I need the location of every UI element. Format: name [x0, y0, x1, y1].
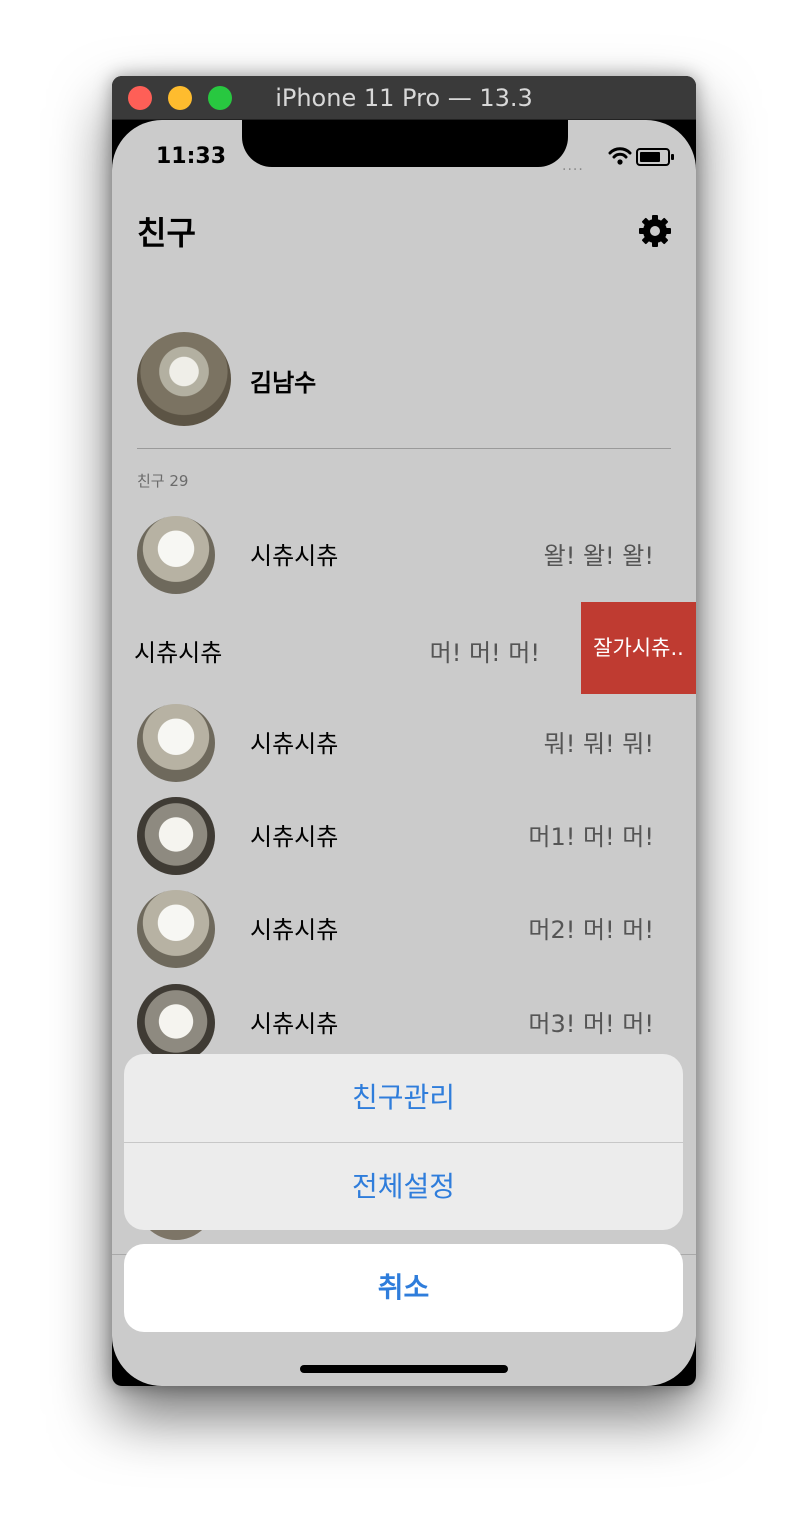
friend-row-swiped[interactable]: 시츄시츄 머! 머! 머! 잘가시츄.. — [112, 602, 696, 694]
profile-divider — [137, 448, 671, 449]
friend-name: 시츄시츄 — [250, 730, 339, 758]
action-sheet: 친구관리 전체설정 — [124, 1054, 683, 1230]
friend-status-message: 왈! 왈! 왈! — [543, 542, 654, 570]
status-icons: .... — [562, 146, 674, 174]
notch — [242, 120, 568, 167]
simulator-window: iPhone 11 Pro — 13.3 11:33 .... 친구 김남수 친… — [112, 76, 696, 1386]
friend-status-message: 머3! 머! 머! — [528, 1010, 654, 1038]
gear-icon[interactable] — [638, 214, 672, 248]
cancel-button[interactable]: 취소 — [124, 1244, 683, 1332]
friend-name: 시츄시츄 — [250, 542, 339, 570]
friend-avatar — [137, 704, 215, 782]
window-titlebar: iPhone 11 Pro — 13.3 — [112, 76, 696, 120]
friend-status-message: 뭐! 뭐! 뭐! — [543, 730, 654, 758]
profile-avatar[interactable] — [137, 332, 231, 426]
friend-row[interactable]: 시츄시츄 머2! 머! 머! — [112, 882, 696, 974]
friend-avatar — [137, 890, 215, 968]
friend-status-message: 머1! 머! 머! — [528, 823, 654, 851]
friend-status-message: 머! 머! 머! — [429, 639, 540, 667]
friend-avatar — [137, 797, 215, 875]
friend-avatar — [137, 984, 215, 1062]
battery-icon — [636, 148, 674, 166]
friend-name: 시츄시츄 — [250, 916, 339, 944]
profile-name: 김남수 — [250, 369, 317, 397]
delete-friend-button[interactable]: 잘가시츄.. — [581, 602, 696, 694]
status-time: 11:33 — [156, 144, 227, 169]
all-settings-action[interactable]: 전체설정 — [124, 1143, 683, 1230]
friend-row[interactable]: 시츄시츄 뭐! 뭐! 뭐! — [112, 696, 696, 788]
friend-row[interactable]: 시츄시츄 머1! 머! 머! — [112, 789, 696, 881]
page-title: 친구 — [137, 214, 196, 252]
friend-name: 시츄시츄 — [250, 1010, 339, 1038]
signal-icon: .... — [562, 158, 584, 174]
wifi-icon — [608, 147, 632, 165]
friend-avatar — [137, 516, 215, 594]
friend-status-message: 머2! 머! 머! — [528, 916, 654, 944]
manage-friends-action[interactable]: 친구관리 — [124, 1054, 683, 1142]
friend-name: 시츄시츄 — [250, 823, 339, 851]
friends-section-header: 친구 29 — [137, 472, 189, 490]
window-title: iPhone 11 Pro — 13.3 — [275, 84, 533, 112]
device-screen: 11:33 .... 친구 김남수 친구 29 시츄시츄 왈! 왈! 왈! 시츄… — [112, 120, 696, 1386]
home-indicator[interactable] — [300, 1365, 508, 1373]
friend-row[interactable]: 시츄시츄 왈! 왈! 왈! — [112, 508, 696, 600]
friend-name: 시츄시츄 — [134, 639, 223, 667]
